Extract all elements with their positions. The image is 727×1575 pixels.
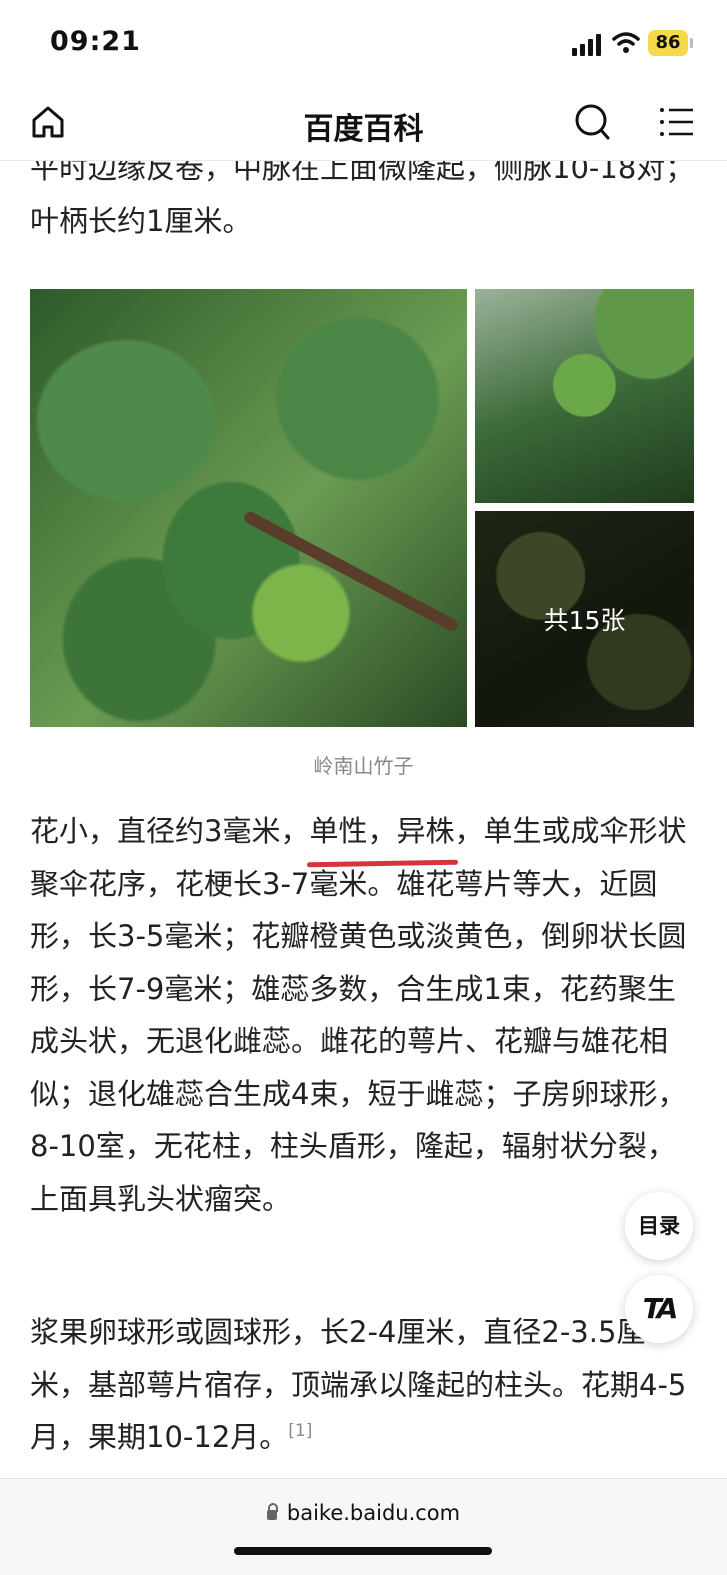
browser-url-bar: baike.baidu.com [0, 1478, 727, 1575]
fruit-text: 浆果卵球形或圆球形，长2-4厘米，直径2-3.5厘米，基部萼片宿存，顶端承以隆起… [30, 1315, 687, 1454]
flower-text-before: 花小，直径约3毫米， [30, 814, 310, 848]
navbar: 百度百科 [0, 86, 727, 161]
highlighted-text: 单性，异株 [309, 805, 454, 858]
gallery-caption: 岭南山竹子 [313, 754, 414, 778]
gallery-more-thumb[interactable]: 共15张 [475, 511, 694, 727]
branch-shape [242, 509, 460, 633]
wifi-icon [612, 32, 640, 53]
cellular-signal-icon [572, 34, 602, 56]
flower-text-after: ，单生或成伞形状聚伞花序，花梗长3-7毫米。雄花萼片等大，近圆形，长3-5毫米；… [30, 814, 687, 1216]
battery-tip [690, 38, 693, 48]
paragraph-fruit: 浆果卵球形或圆球形，长2-4厘米，直径2-3.5厘米，基部萼片宿存，顶端承以隆起… [30, 1306, 698, 1464]
gallery-main-image[interactable] [30, 289, 467, 727]
home-indicator[interactable] [234, 1547, 492, 1555]
url-text: baike.baidu.com [286, 1501, 461, 1525]
menu-icon[interactable] [658, 104, 696, 140]
lock-icon [266, 1503, 278, 1520]
paragraph-flower: 花小，直径约3毫米，单性，异株，单生或成伞形状聚伞花序，花梗长3-7毫米。雄花萼… [30, 805, 698, 1225]
citation-link[interactable]: [1] [288, 1421, 312, 1441]
ta-button[interactable]: TA [625, 1275, 693, 1343]
page-title: 百度百科 [303, 112, 424, 147]
battery-indicator: 86 [648, 30, 688, 56]
gallery-thumb-1[interactable] [475, 289, 694, 503]
search-icon[interactable] [572, 102, 612, 142]
status-time: 09:21 [50, 26, 141, 57]
status-bar: 09:21 86 [0, 0, 727, 86]
url-display[interactable]: baike.baidu.com [0, 1501, 727, 1525]
toc-button[interactable]: 目录 [625, 1192, 693, 1260]
gallery-count-label: 共15张 [543, 606, 626, 635]
